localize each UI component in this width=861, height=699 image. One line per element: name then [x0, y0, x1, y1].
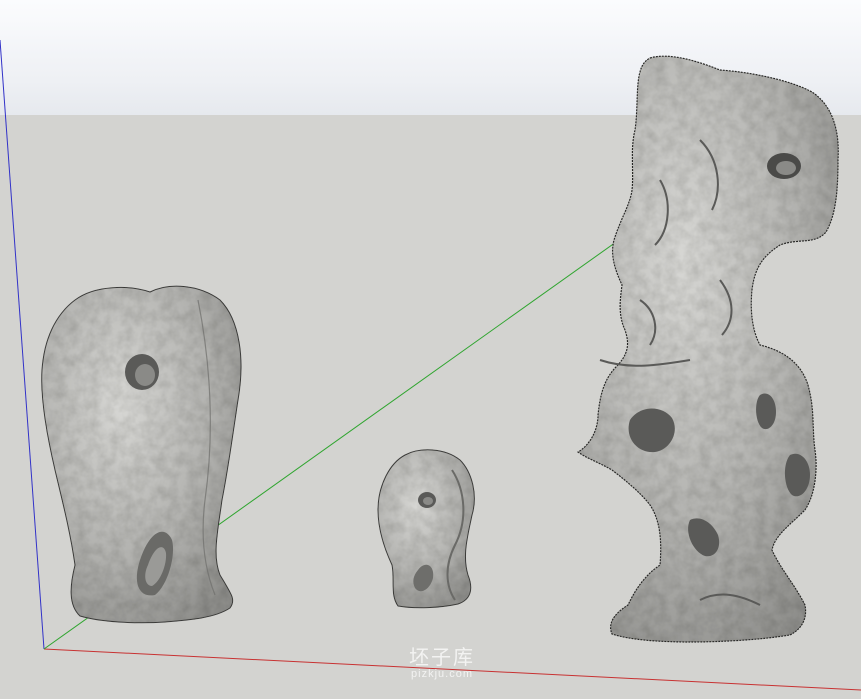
- rock-small-center[interactable]: [377, 449, 475, 609]
- rock-large-left[interactable]: [41, 285, 242, 624]
- red-axis: [43, 648, 861, 691]
- rock-tall-right[interactable]: [576, 55, 839, 643]
- sketchup-viewport[interactable]: 坯子库 pizkju.com: [0, 0, 861, 699]
- blue-axis: [0, 39, 45, 650]
- scene-canvas[interactable]: [0, 0, 861, 699]
